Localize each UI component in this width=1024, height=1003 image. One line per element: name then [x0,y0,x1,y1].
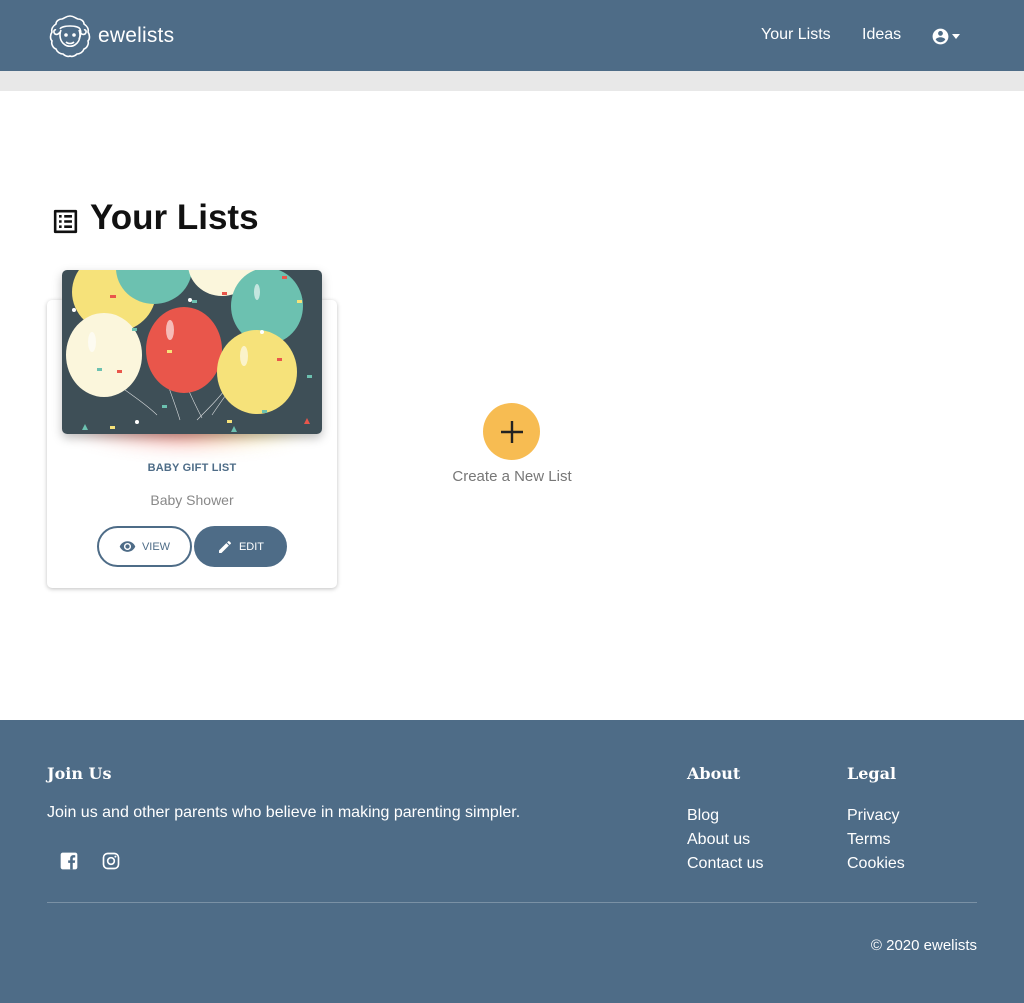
nav-ideas[interactable]: Ideas [862,26,901,44]
plus-icon [500,420,523,443]
list-occasion: Baby Shower [150,492,234,508]
page-title: Your Lists [90,198,259,237]
view-button[interactable]: VIEW [97,526,192,567]
footer-divider [47,902,977,903]
account-menu[interactable] [931,27,960,46]
footer-legal-heading: Legal [847,764,897,783]
list-card-image-wrap [62,270,322,440]
brand[interactable]: ewelists [47,13,174,59]
chevron-down-icon [952,34,960,39]
view-button-label: VIEW [141,540,171,553]
sub-bar [0,71,1024,91]
account-circle-icon [932,28,949,45]
footer-link-terms[interactable]: Terms [847,828,905,852]
footer-about-links: Blog About us Contact us [687,804,763,876]
facebook-icon[interactable] [59,851,79,871]
footer-link-blog[interactable]: Blog [687,804,763,828]
footer: Join Us Join us and other parents who be… [0,720,1024,1003]
pencil-icon [218,540,231,553]
footer-link-contact-us[interactable]: Contact us [687,852,763,876]
list-icon [53,209,78,233]
edit-button[interactable]: EDIT [194,526,287,567]
instagram-icon[interactable] [101,851,121,871]
edit-button-label: EDIT [238,540,265,553]
sheep-logo-icon [49,15,91,58]
footer-join-heading: Join Us [47,764,112,783]
top-navbar: ewelists Your Lists Ideas [0,0,1024,71]
footer-link-cookies[interactable]: Cookies [847,852,905,876]
list-title: BABY GIFT LIST [147,462,237,474]
eye-icon [119,541,136,552]
footer-link-privacy[interactable]: Privacy [847,804,905,828]
footer-join-text: Join us and other parents who believe in… [47,804,521,821]
list-card: BABY GIFT LIST Baby Shower VIEW EDIT [47,270,337,588]
create-list-label[interactable]: Create a New List [412,468,612,485]
copyright: © 2020 ewelists [870,937,977,954]
page-heading: Your Lists [50,198,259,238]
balloons-image[interactable] [62,270,322,434]
footer-about-heading: About [687,764,741,783]
create-list-button[interactable] [483,403,540,460]
footer-link-about-us[interactable]: About us [687,828,763,852]
brand-name: ewelists [98,24,175,47]
nav-your-lists[interactable]: Your Lists [761,26,831,44]
footer-legal-links: Privacy Terms Cookies [847,804,905,876]
